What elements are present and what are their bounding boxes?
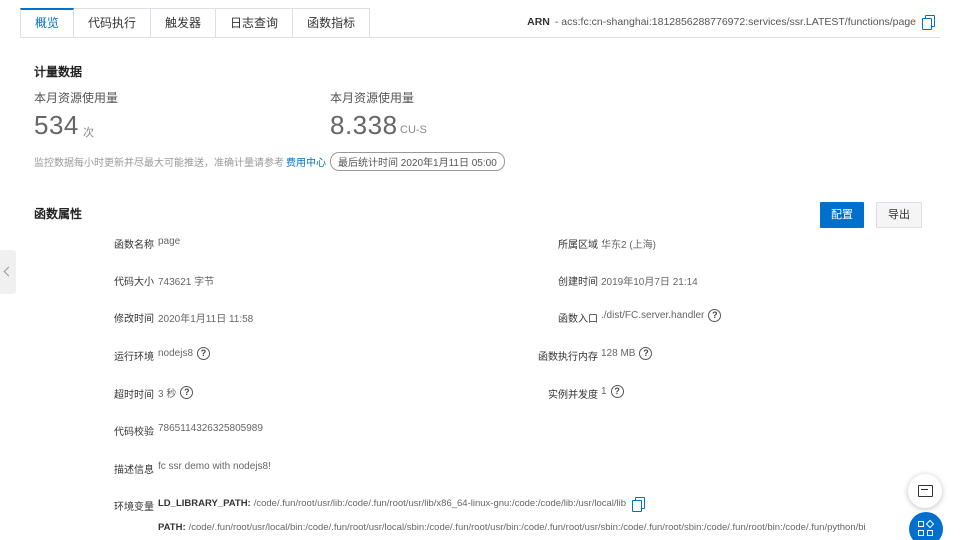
handler-help-icon[interactable]: ? xyxy=(708,309,722,322)
tab-triggers[interactable]: 触发器 xyxy=(151,8,217,38)
tab-bar: 概览 代码执行 触发器 日志查询 函数指标 xyxy=(20,8,371,38)
invocations-value: 534 xyxy=(34,110,79,140)
function-name-value: page xyxy=(158,236,181,247)
handler-label: 函数入口 xyxy=(558,314,598,325)
invocations-unit: 次 xyxy=(83,127,94,139)
properties-title: 函数属性 xyxy=(34,207,83,221)
export-button[interactable]: 导出 xyxy=(876,202,922,228)
timeout-help-icon[interactable]: ? xyxy=(180,386,194,399)
checksum-label: 代码校验 xyxy=(114,427,154,438)
created-value: 2019年10月7日 21:14 xyxy=(601,277,698,288)
tab-divider xyxy=(20,37,940,38)
copy-icon[interactable] xyxy=(922,15,935,30)
last-stat-badge: 最后统计时间 2020年1月11日 05:00 xyxy=(330,152,505,171)
arn-label: ARN xyxy=(527,15,550,28)
modified-label: 修改时间 xyxy=(114,314,154,325)
timeout-value: 3 秒 xyxy=(158,389,177,400)
concurrency-value: 1 xyxy=(601,386,607,397)
tab-overview[interactable]: 概览 xyxy=(20,8,75,38)
code-size-label: 代码大小 xyxy=(114,277,154,288)
arn-display: ARN - acs:fc:cn-shanghai:181285628877697… xyxy=(527,15,935,30)
memory-value: 128 MB xyxy=(601,348,636,359)
metering-title: 计量数据 xyxy=(34,65,83,79)
created-label: 创建时间 xyxy=(558,277,598,288)
env-ld-library-path: LD_LIBRARY_PATH: /code/.fun/root/usr/lib… xyxy=(158,497,646,512)
copy-icon[interactable] xyxy=(632,497,646,512)
handler-value: ./dist/FC.server.handler xyxy=(601,310,705,321)
description-label: 描述信息 xyxy=(114,465,154,476)
tab-code-execution[interactable]: 代码执行 xyxy=(74,8,152,38)
env-ld-key: LD_LIBRARY_PATH: xyxy=(158,498,251,509)
env-path-key: PATH: xyxy=(158,522,186,533)
apps-grid-icon[interactable] xyxy=(909,512,943,540)
checksum-value: 7865114326325805989 xyxy=(158,423,263,434)
chat-icon[interactable] xyxy=(908,474,942,508)
timeout-label: 超时时间 xyxy=(114,390,154,401)
metering-note: 监控数据每小时更新并尽最大可能推送，准确计量请参考 费用中心 最后统计时间 20… xyxy=(34,152,505,171)
concurrency-field: 1 ? xyxy=(601,385,624,398)
runtime-value: nodejs8 xyxy=(158,348,194,359)
arn-value: - acs:fc:cn-shanghai:1812856288776972:se… xyxy=(554,15,916,28)
resources-label: 本月资源使用量 xyxy=(330,91,415,105)
code-size-value: 743621 字节 xyxy=(158,277,215,288)
handler-field: ./dist/FC.server.handler ? xyxy=(601,309,722,322)
chevron-left-icon[interactable] xyxy=(0,250,16,294)
billing-center-link[interactable]: 费用中心 xyxy=(286,154,326,169)
metering-note-text: 监控数据每小时更新并尽最大可能推送，准确计量请参考 xyxy=(34,158,284,169)
concurrency-help-icon[interactable]: ? xyxy=(610,385,624,398)
memory-help-icon[interactable]: ? xyxy=(639,347,653,360)
env-path: PATH: /code/.fun/root/usr/local/bin:/cod… xyxy=(158,522,918,533)
configure-button[interactable]: 配置 xyxy=(820,202,864,228)
env-label: 环境变量 xyxy=(114,502,154,513)
invocations-label: 本月资源使用量 xyxy=(34,91,119,105)
runtime-label: 运行环境 xyxy=(114,352,154,363)
region-value: 华东2 (上海) xyxy=(601,240,656,251)
resources-unit: CU-S xyxy=(400,124,427,136)
description-value: fc ssr demo with nodejs8! xyxy=(158,461,271,472)
runtime-help-icon[interactable]: ? xyxy=(197,347,211,360)
concurrency-label: 实例并发度 xyxy=(548,390,598,401)
memory-label: 函数执行内存 xyxy=(538,352,598,363)
env-ld-value: /code/.fun/root/usr/lib:/code/.fun/root/… xyxy=(253,498,627,509)
tab-log-query[interactable]: 日志查询 xyxy=(216,8,294,38)
timeout-field: 3 秒 ? xyxy=(158,385,194,400)
resources-value: 8.338 xyxy=(330,110,398,140)
region-label: 所属区域 xyxy=(558,240,598,251)
env-path-value: /code/.fun/root/usr/local/bin:/code/.fun… xyxy=(188,522,866,533)
tab-function-metrics[interactable]: 函数指标 xyxy=(293,8,371,38)
memory-field: 128 MB ? xyxy=(601,347,653,360)
runtime-field: nodejs8 ? xyxy=(158,347,211,360)
function-name-label: 函数名称 xyxy=(114,240,154,251)
modified-value: 2020年1月11日 11:58 xyxy=(158,314,254,325)
